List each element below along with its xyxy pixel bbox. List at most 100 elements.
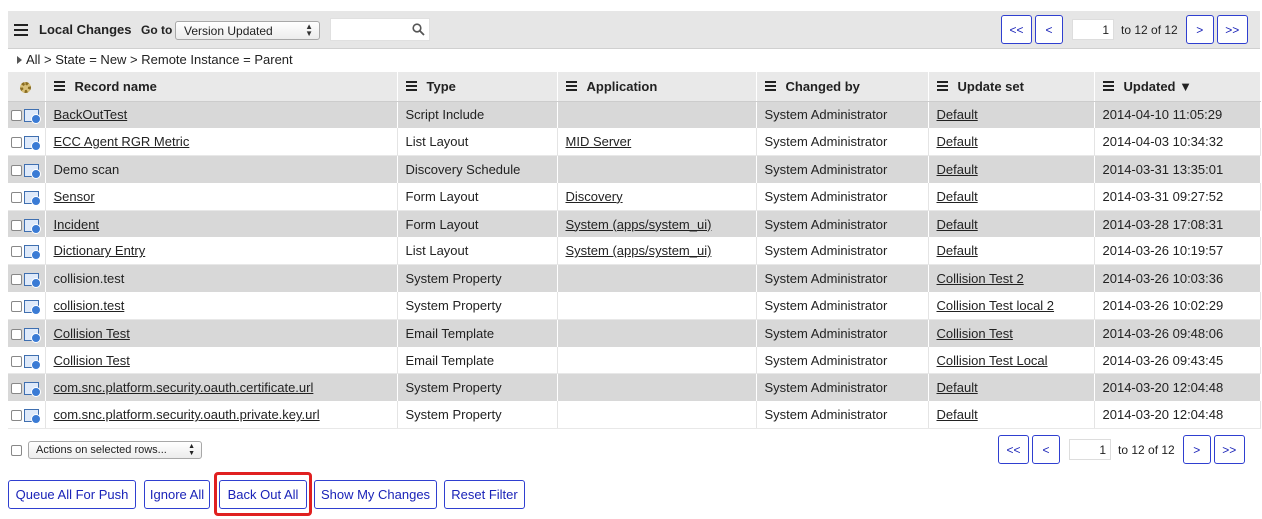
- table-row[interactable]: Dictionary Entry List Layout System (apps/…: [8, 237, 1261, 266]
- update-set-link[interactable]: Default: [937, 407, 978, 422]
- record-name-link[interactable]: Dictionary Entry: [54, 243, 146, 258]
- update-set-link[interactable]: Default: [937, 107, 978, 122]
- column-menu-icon[interactable]: [1102, 81, 1114, 93]
- record-preview-icon[interactable]: [24, 382, 41, 398]
- next-page-button[interactable]: >: [1185, 15, 1214, 44]
- table-row[interactable]: ECC Agent RGR Metric List Layout MID Serve…: [8, 128, 1261, 157]
- column-settings[interactable]: [8, 72, 46, 102]
- application-link[interactable]: System (apps/system_ui): [566, 243, 712, 258]
- record-preview-icon[interactable]: [24, 190, 41, 206]
- update-set-link[interactable]: Default: [937, 162, 978, 177]
- update-set-link[interactable]: Default: [937, 380, 978, 395]
- queue-all-for-push-button[interactable]: Queue All For Push: [8, 480, 136, 509]
- table-row[interactable]: com.snc.platform.security.oauth.private.…: [8, 401, 1261, 430]
- column-header-update-set[interactable]: Update set: [928, 72, 1095, 102]
- next-page-button[interactable]: >: [1182, 435, 1211, 464]
- goto-select[interactable]: Version Updated ▲ ▼: [175, 21, 320, 40]
- back-out-all-button[interactable]: Back Out All: [219, 480, 307, 509]
- table-row[interactable]: Collision Test Email Template System Admin…: [8, 319, 1261, 347]
- page-number-input[interactable]: 1: [1072, 19, 1114, 40]
- record-name-link[interactable]: BackOutTest: [54, 107, 128, 122]
- column-label[interactable]: Update set: [958, 79, 1024, 94]
- table-row[interactable]: collision.test System Property System Admi…: [8, 264, 1261, 293]
- column-header-changed-by[interactable]: Changed by: [756, 72, 929, 102]
- record-preview-icon[interactable]: [24, 327, 41, 343]
- column-menu-icon[interactable]: [936, 81, 948, 93]
- breadcrumb-text[interactable]: All > State = New > Remote Instance = Pa…: [26, 52, 293, 67]
- update-set-link[interactable]: Default: [937, 189, 978, 204]
- record-name-link[interactable]: Sensor: [54, 189, 95, 204]
- first-page-button[interactable]: <<: [998, 435, 1029, 464]
- table-row[interactable]: Collision Test Email Template System Admin…: [8, 346, 1261, 375]
- list-menu-icon[interactable]: [14, 24, 28, 36]
- reset-filter-button[interactable]: Reset Filter: [444, 480, 525, 509]
- column-label[interactable]: Type: [427, 79, 456, 94]
- ignore-all-button[interactable]: Ignore All: [144, 480, 210, 509]
- record-name-link[interactable]: Incident: [54, 217, 100, 232]
- show-my-changes-button[interactable]: Show My Changes: [314, 480, 437, 509]
- search-input[interactable]: [330, 18, 430, 41]
- last-page-button[interactable]: >>: [1216, 15, 1248, 44]
- update-set-link[interactable]: Collision Test Local: [937, 353, 1048, 368]
- record-name-link[interactable]: ECC Agent RGR Metric: [54, 134, 190, 149]
- column-label[interactable]: Record name: [75, 79, 157, 94]
- row-checkbox[interactable]: [11, 383, 22, 395]
- record-preview-icon[interactable]: [24, 109, 41, 125]
- record-preview-icon[interactable]: [24, 354, 41, 370]
- table-row[interactable]: Incident Form Layout System (apps/system_u…: [8, 210, 1261, 238]
- row-checkbox[interactable]: [11, 219, 22, 231]
- record-name-link[interactable]: com.snc.platform.security.oauth.private.…: [54, 407, 320, 422]
- row-checkbox[interactable]: [11, 410, 22, 422]
- record-name-link[interactable]: collision.test: [54, 298, 125, 313]
- column-label[interactable]: Updated ▼: [1124, 79, 1192, 94]
- prev-page-button[interactable]: <: [1035, 15, 1063, 44]
- breadcrumb-expand-icon[interactable]: [17, 55, 22, 64]
- column-menu-icon[interactable]: [764, 81, 776, 93]
- column-label[interactable]: Application: [587, 79, 658, 94]
- actions-select[interactable]: Actions on selected rows... ▲ ▼: [28, 441, 202, 459]
- column-menu-icon[interactable]: [565, 81, 577, 93]
- table-row[interactable]: BackOutTest Script Include System Administ…: [8, 101, 1261, 129]
- column-header-type[interactable]: Type: [397, 72, 558, 102]
- select-all-checkbox[interactable]: [11, 445, 22, 456]
- application-link[interactable]: Discovery: [566, 189, 623, 204]
- record-preview-icon[interactable]: [24, 136, 41, 152]
- row-checkbox[interactable]: [11, 355, 22, 367]
- record-name-link[interactable]: com.snc.platform.security.oauth.certific…: [54, 380, 314, 395]
- row-checkbox[interactable]: [11, 328, 22, 340]
- table-row[interactable]: Demo scan Discovery Schedule System Admini…: [8, 155, 1261, 183]
- search-icon[interactable]: [412, 23, 425, 36]
- row-checkbox[interactable]: [11, 191, 22, 203]
- prev-page-button[interactable]: <: [1032, 435, 1060, 464]
- update-set-link[interactable]: Default: [937, 217, 978, 232]
- table-row[interactable]: collision.test System Property System Admi…: [8, 292, 1261, 320]
- column-menu-icon[interactable]: [405, 81, 417, 93]
- row-checkbox[interactable]: [11, 274, 22, 286]
- row-checkbox[interactable]: [11, 165, 22, 177]
- gear-icon[interactable]: [20, 81, 31, 93]
- record-name-link[interactable]: Collision Test: [54, 326, 130, 341]
- application-link[interactable]: System (apps/system_ui): [566, 217, 712, 232]
- breadcrumb[interactable]: All > State = New > Remote Instance = Pa…: [17, 52, 293, 67]
- column-header-updated[interactable]: Updated ▼: [1094, 72, 1261, 102]
- record-preview-icon[interactable]: [24, 245, 41, 261]
- record-preview-icon[interactable]: [24, 218, 41, 234]
- update-set-link[interactable]: Default: [937, 134, 978, 149]
- update-set-link[interactable]: Default: [937, 243, 978, 258]
- last-page-button[interactable]: >>: [1213, 435, 1245, 464]
- record-preview-icon[interactable]: [24, 300, 41, 315]
- application-link[interactable]: MID Server: [566, 134, 632, 149]
- record-preview-icon[interactable]: [24, 409, 41, 425]
- page-number-input[interactable]: 1: [1069, 439, 1111, 460]
- update-set-link[interactable]: Collision Test local 2: [937, 298, 1055, 313]
- record-preview-icon[interactable]: [24, 273, 41, 289]
- update-set-link[interactable]: Collision Test: [937, 326, 1013, 341]
- update-set-link[interactable]: Collision Test 2: [937, 271, 1024, 286]
- row-checkbox[interactable]: [11, 246, 22, 258]
- table-row[interactable]: com.snc.platform.security.oauth.certific…: [8, 373, 1261, 402]
- column-label[interactable]: Changed by: [786, 79, 860, 94]
- row-checkbox[interactable]: [11, 301, 22, 312]
- column-header-application[interactable]: Application: [557, 72, 757, 102]
- record-name-link[interactable]: Collision Test: [54, 353, 130, 368]
- row-checkbox[interactable]: [11, 137, 22, 149]
